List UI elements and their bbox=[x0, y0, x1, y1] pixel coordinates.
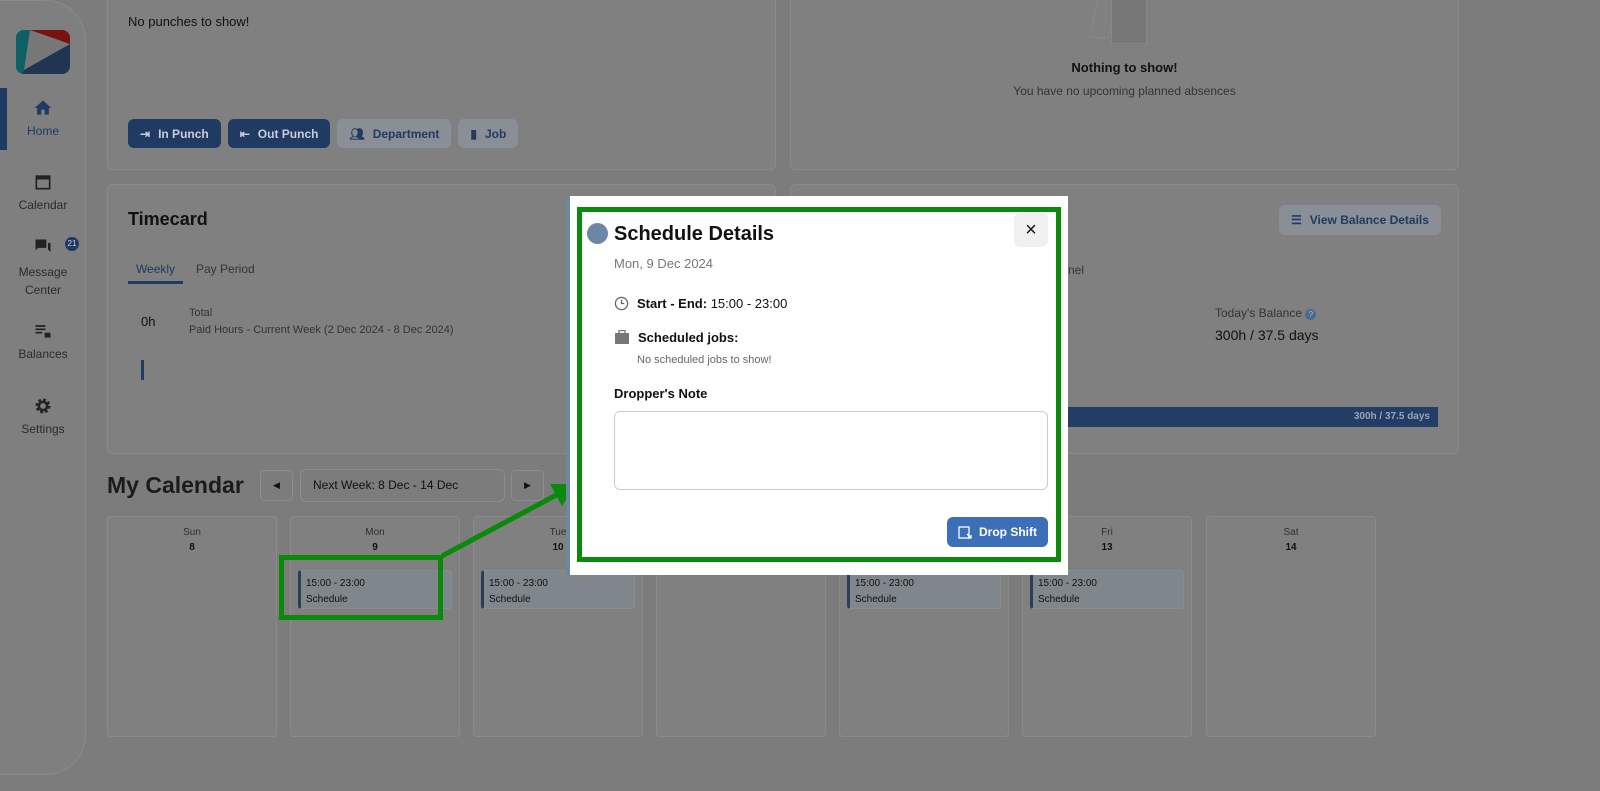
department-button[interactable]: 👥︎ Department bbox=[337, 119, 452, 148]
calendar-icon bbox=[35, 175, 51, 190]
day-column-sun[interactable]: Sun 8 bbox=[107, 516, 277, 737]
login-icon: ⇥ bbox=[140, 126, 151, 141]
gear-icon bbox=[35, 398, 51, 414]
note-label: Dropper's Note bbox=[614, 386, 708, 401]
hours-bar bbox=[141, 360, 144, 380]
calendar-title: My Calendar bbox=[107, 472, 244, 498]
todays-balance-value: 300h / 37.5 days bbox=[1215, 327, 1319, 343]
close-button[interactable]: × bbox=[1014, 213, 1048, 247]
day-number: 14 bbox=[1285, 542, 1297, 553]
calendar-drop-icon bbox=[958, 526, 972, 539]
schedule-details-modal: Schedule Details × Mon, 9 Dec 2024 Start… bbox=[566, 196, 1068, 575]
event-time: 15:00 - 23:00 bbox=[855, 578, 914, 589]
job-button[interactable]: ▮ Job bbox=[458, 119, 519, 148]
logout-icon: ⇤ bbox=[239, 126, 250, 141]
tab-pay-period[interactable]: Pay Period bbox=[196, 262, 255, 276]
chat-icon bbox=[35, 239, 51, 252]
event-time: 15:00 - 23:00 bbox=[489, 578, 548, 589]
app-logo[interactable] bbox=[16, 30, 70, 74]
view-balance-details-button[interactable]: ☰ View Balance Details bbox=[1279, 205, 1441, 235]
event-label: Schedule bbox=[855, 594, 897, 605]
highlight-box bbox=[279, 555, 443, 620]
people-icon: 👥︎ bbox=[349, 126, 365, 141]
home-icon bbox=[34, 100, 52, 115]
scheduled-jobs-row: Scheduled jobs: bbox=[614, 330, 738, 345]
start-end-value: 15:00 - 23:00 bbox=[710, 296, 788, 311]
total-label: Total bbox=[189, 307, 213, 319]
balance-progress-bar: 300h / 37.5 days bbox=[1064, 407, 1438, 427]
paid-hours-desc: Paid Hours - Current Week (2 Dec 2024 - … bbox=[189, 324, 454, 336]
balance-type-label: nel bbox=[1068, 263, 1085, 277]
sidebar-item-home[interactable]: Home bbox=[0, 98, 86, 138]
sidebar-item-calendar[interactable]: Calendar bbox=[0, 172, 86, 212]
dropper-note-input[interactable] bbox=[614, 411, 1048, 490]
briefcase-icon bbox=[615, 330, 629, 344]
schedule-event[interactable]: 15:00 - 23:00 Schedule bbox=[481, 570, 635, 609]
in-punch-button[interactable]: ⇥ In Punch bbox=[128, 119, 221, 148]
help-icon[interactable]: ? bbox=[1305, 309, 1317, 320]
empty-illustration bbox=[1088, 0, 1147, 44]
sidebar-item-settings[interactable]: Settings bbox=[0, 396, 86, 436]
no-jobs-text: No scheduled jobs to show! bbox=[637, 354, 772, 366]
absences-empty-sub: You have no upcoming planned absences bbox=[1013, 84, 1236, 98]
paid-hours-value: 0h bbox=[141, 314, 156, 329]
briefcase-icon: ▮ bbox=[470, 126, 477, 141]
no-punches-text: No punches to show! bbox=[128, 14, 250, 29]
schedule-event[interactable]: 15:00 - 23:00 Schedule bbox=[1030, 570, 1184, 609]
close-icon: × bbox=[1025, 219, 1037, 241]
punch-actions: ⇥ In Punch ⇤ Out Punch 👥︎ Department ▮ Job bbox=[128, 119, 519, 148]
day-name: Sun bbox=[183, 527, 201, 538]
balances-icon bbox=[35, 325, 51, 338]
sidebar-item-balances[interactable]: Balances bbox=[0, 321, 86, 361]
day-number: 8 bbox=[189, 542, 195, 553]
tab-weekly[interactable]: Weekly bbox=[128, 262, 183, 284]
timecard-title: Timecard bbox=[128, 209, 208, 229]
out-punch-button[interactable]: ⇤ Out Punch bbox=[227, 119, 331, 148]
day-column-sat[interactable]: Sat 14 bbox=[1206, 516, 1376, 737]
start-end-row: Start - End: 15:00 - 23:00 bbox=[614, 296, 787, 311]
message-count-badge: 21 bbox=[65, 237, 79, 251]
clock-icon bbox=[614, 296, 629, 311]
absences-empty-title: Nothing to show! bbox=[1071, 60, 1178, 75]
schedule-event[interactable]: 15:00 - 23:00 Schedule bbox=[847, 570, 1001, 609]
day-name: Sat bbox=[1283, 527, 1299, 538]
todays-balance-label: Today's Balance ? bbox=[1215, 306, 1317, 320]
prev-week-button[interactable]: ◀ bbox=[260, 470, 293, 501]
modal-title: Schedule Details bbox=[614, 223, 775, 245]
drop-shift-button[interactable]: Drop Shift bbox=[947, 517, 1048, 547]
status-dot bbox=[587, 223, 608, 244]
event-time: 15:00 - 23:00 bbox=[1038, 578, 1097, 589]
event-label: Schedule bbox=[1038, 594, 1080, 605]
balances-icon: ☰ bbox=[1291, 213, 1302, 227]
modal-date: Mon, 9 Dec 2024 bbox=[614, 256, 714, 271]
event-label: Schedule bbox=[489, 594, 531, 605]
